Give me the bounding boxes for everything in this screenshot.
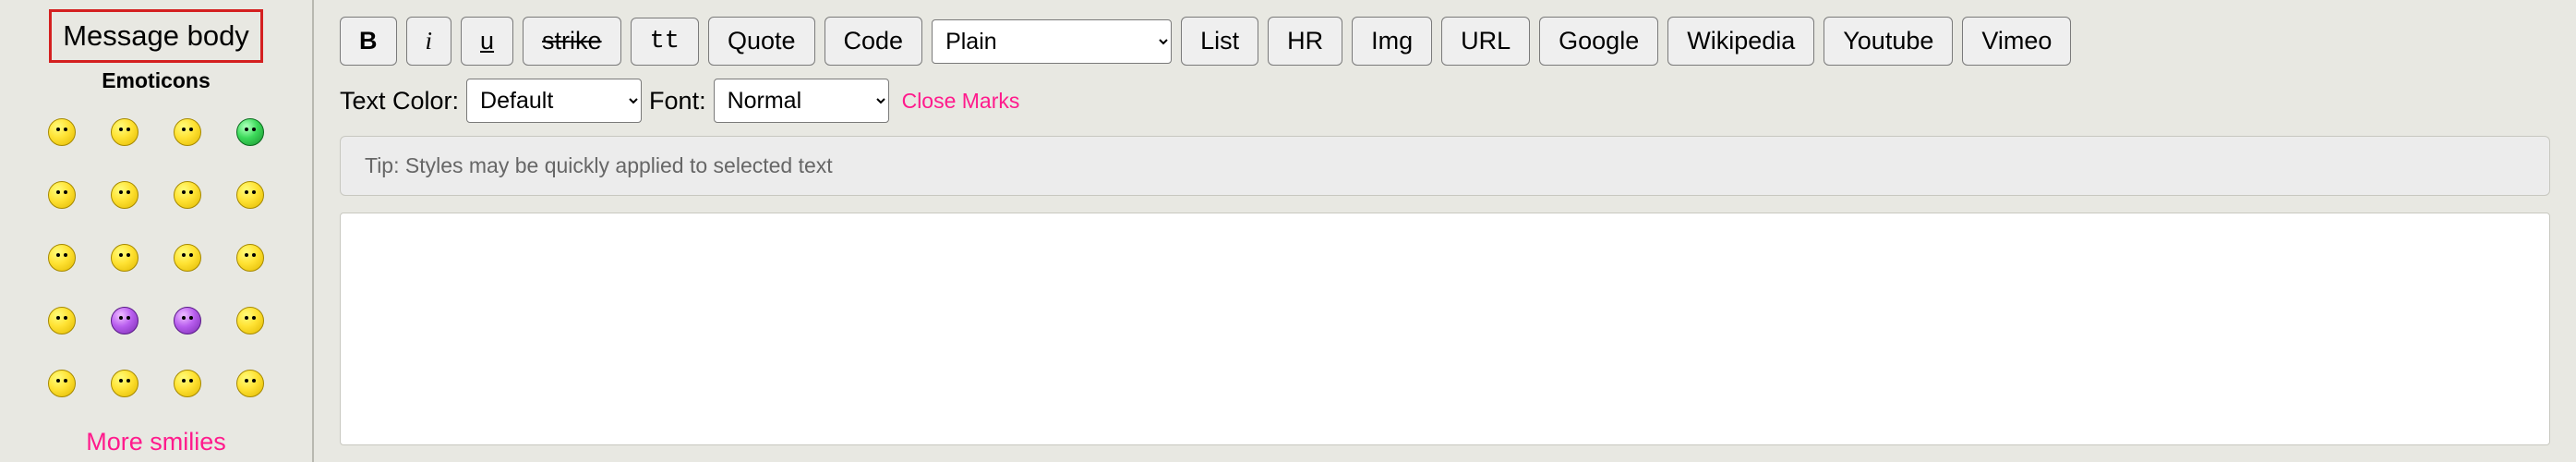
youtube-button[interactable]: Youtube	[1824, 17, 1953, 66]
emoticon-grin-icon[interactable]	[48, 118, 76, 146]
message-body-title: Message body	[49, 9, 263, 63]
text-color-label: Text Color:	[340, 87, 459, 116]
wikipedia-button[interactable]: Wikipedia	[1667, 17, 1814, 66]
emoticons-label: Emoticons	[102, 68, 211, 93]
img-button[interactable]: Img	[1352, 17, 1432, 66]
message-body-textarea[interactable]	[340, 213, 2550, 445]
list-button[interactable]: List	[1181, 17, 1258, 66]
google-button[interactable]: Google	[1539, 17, 1658, 66]
vimeo-button[interactable]: Vimeo	[1962, 17, 2071, 66]
emoticon-wink-icon[interactable]	[48, 370, 76, 397]
text-color-select[interactable]: Default	[466, 79, 642, 123]
emoticon-confused-icon[interactable]	[236, 244, 264, 272]
strike-button[interactable]: strike	[523, 17, 621, 66]
emoticon-twisted-icon[interactable]	[174, 307, 201, 334]
code-button[interactable]: Code	[825, 17, 923, 66]
hr-button[interactable]: HR	[1268, 17, 1342, 66]
emoticon-idea-icon[interactable]	[236, 370, 264, 397]
main-editor-area: B i u strike tt Quote Code Plain List HR…	[314, 0, 2576, 462]
emoticon-rolleyes-icon[interactable]	[111, 181, 138, 209]
emoticon-mrgreen-icon[interactable]	[236, 118, 264, 146]
sidebar: Message body Emoticons More smilies	[0, 0, 314, 462]
tt-button[interactable]: tt	[631, 18, 699, 66]
emoticon-happy-icon[interactable]	[48, 244, 76, 272]
toolbar-row-2: Text Color: Default Font: Normal Close M…	[340, 79, 2550, 123]
emoticon-neutral-icon[interactable]	[111, 244, 138, 272]
emoticon-cool-icon[interactable]	[236, 181, 264, 209]
emoticon-laugh-icon[interactable]	[111, 118, 138, 146]
bold-button[interactable]: B	[340, 17, 397, 66]
more-smilies-link[interactable]: More smilies	[86, 428, 226, 456]
emoticon-smile-icon[interactable]	[174, 370, 201, 397]
quote-button[interactable]: Quote	[708, 17, 815, 66]
url-button[interactable]: URL	[1441, 17, 1530, 66]
font-select[interactable]: Normal	[714, 79, 889, 123]
close-marks-link[interactable]: Close Marks	[902, 89, 1020, 114]
syntax-select[interactable]: Plain	[932, 19, 1172, 64]
emoticon-exclaim-icon[interactable]	[111, 370, 138, 397]
emoticon-razz-icon[interactable]	[174, 244, 201, 272]
emoticon-sad-icon[interactable]	[174, 118, 201, 146]
italic-button[interactable]: i	[406, 17, 452, 66]
emoticon-eek-icon[interactable]	[236, 307, 264, 334]
underline-button[interactable]: u	[461, 17, 513, 66]
font-label: Font:	[649, 87, 706, 116]
emoticon-question-icon[interactable]	[174, 181, 201, 209]
emoticon-grid	[34, 104, 278, 411]
emoticon-shocked-icon[interactable]	[48, 181, 76, 209]
emoticon-evil-icon[interactable]	[111, 307, 138, 334]
tip-bar: Tip: Styles may be quickly applied to se…	[340, 136, 2550, 196]
toolbar: B i u strike tt Quote Code Plain List HR…	[340, 17, 2550, 66]
emoticon-cry-icon[interactable]	[48, 307, 76, 334]
